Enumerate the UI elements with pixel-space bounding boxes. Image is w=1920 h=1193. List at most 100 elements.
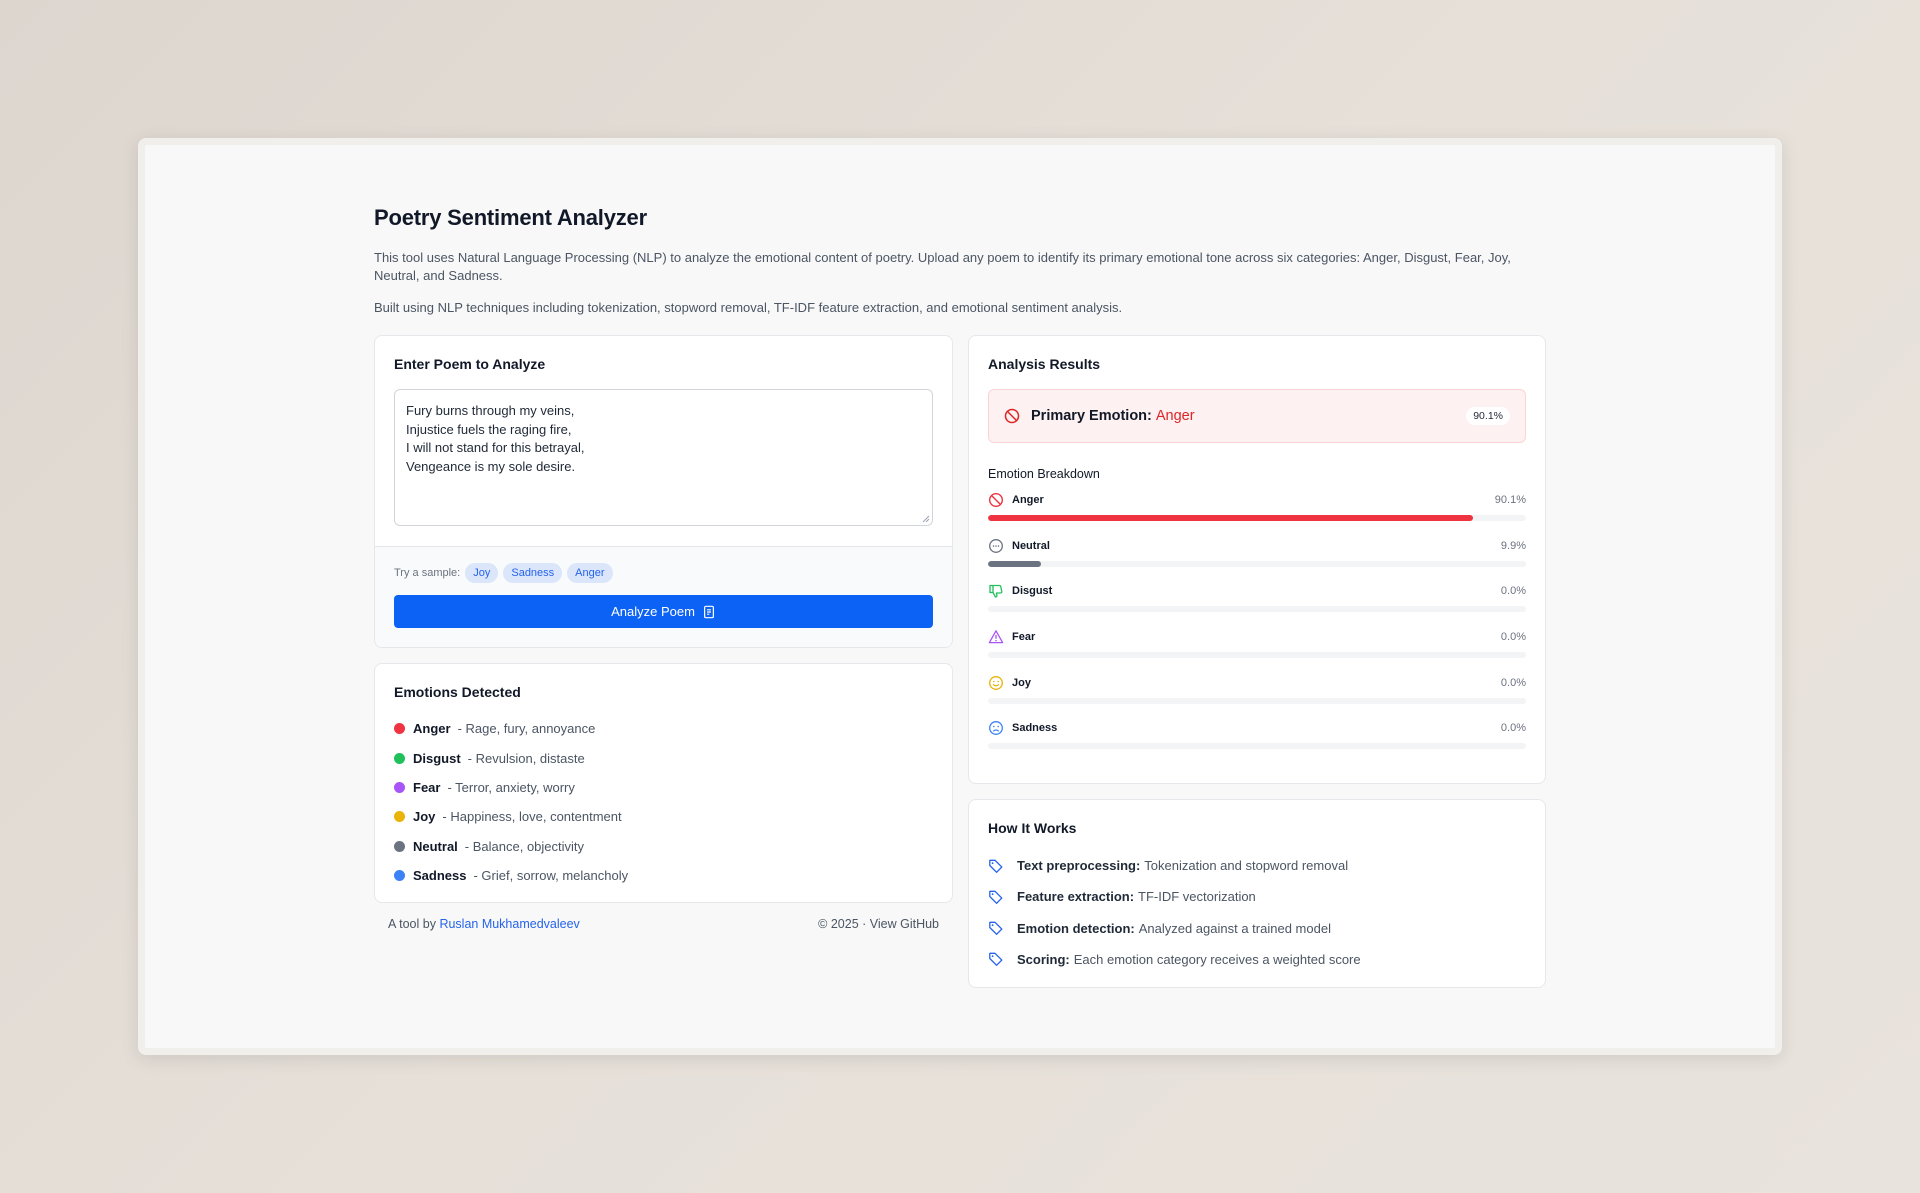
- emotion-color-dot: [394, 811, 405, 823]
- emotions-detected-card: Emotions Detected Anger - Rage, fury, an…: [374, 663, 953, 904]
- breakdown-percentage: 0.0%: [1500, 631, 1526, 644]
- emotion-legend-item: Anger - Rage, fury, annoyance: [394, 714, 933, 743]
- sample-anger-button[interactable]: Anger: [567, 563, 613, 583]
- breakdown-row-joy: Joy 0.0%: [988, 674, 1526, 720]
- primary-emotion-value: Anger: [1155, 408, 1195, 424]
- emotion-name: Joy: [413, 809, 436, 825]
- footer-github[interactable]: © 2025 · View GitHub: [818, 917, 939, 931]
- primary-emotion-banner: Primary Emotion: Anger 90.1%: [988, 389, 1526, 443]
- breakdown-emotion-name: Neutral: [1012, 539, 1050, 552]
- emotion-color-dot: [394, 840, 405, 852]
- breakdown-emotion-name: Joy: [1012, 676, 1031, 689]
- how-step-text: TF-IDF vectorization: [1138, 889, 1256, 905]
- tag-icon: [989, 859, 1003, 873]
- how-it-works-list: Text preprocessing: Tokenization and sto…: [988, 850, 1526, 975]
- how-step-text: Tokenization and stopword removal: [1144, 858, 1349, 874]
- analysis-results-title: Analysis Results: [988, 356, 1101, 372]
- ban-icon: [988, 492, 1004, 508]
- intro-paragraph: This tool uses Natural Language Processi…: [374, 250, 1511, 283]
- main-content: Poetry Sentiment Analyzer This tool uses…: [374, 205, 1546, 988]
- emotion-name: Sadness: [413, 868, 467, 884]
- emotion-description: - Grief, sorrow, melancholy: [473, 868, 629, 884]
- poem-input-card: Enter Poem to Analyze Fury burns through…: [374, 335, 953, 648]
- analyze-button-label: Analyze Poem: [611, 604, 695, 619]
- breakdown-emotion-name: Sadness: [1012, 722, 1058, 735]
- page-title: Poetry Sentiment Analyzer: [374, 205, 647, 230]
- emotion-breakdown: Anger 90.1% Neutral 9.9% Disgust 0.0% Fe…: [988, 491, 1526, 765]
- tag-icon: [989, 952, 1003, 967]
- breakdown-row-anger: Anger 90.1%: [988, 491, 1526, 537]
- how-it-works-card: How It Works Text preprocessing: Tokeniz…: [968, 799, 1546, 988]
- meh-icon: [989, 538, 1003, 553]
- emotion-legend-item: Sadness - Grief, sorrow, melancholy: [394, 861, 933, 890]
- poem-textarea[interactable]: Fury burns through my veins, Injustice f…: [394, 389, 933, 526]
- emotion-description: - Revulsion, distaste: [467, 750, 585, 766]
- smile-icon: [989, 675, 1003, 690]
- emotion-name: Anger: [413, 721, 451, 737]
- poem-line: Vengeance is my sole desire.: [406, 458, 576, 474]
- poem-line: I will not stand for this betrayal,: [406, 440, 585, 455]
- sample-joy-button[interactable]: Joy: [465, 563, 499, 583]
- emotion-name: Disgust: [413, 750, 461, 766]
- breakdown-row-sadness: Sadness 0.0%: [988, 719, 1526, 765]
- breakdown-row-neutral: Neutral 9.9%: [988, 537, 1526, 583]
- poem-line: Injustice fuels the raging fire,: [406, 421, 572, 437]
- breakdown-progress-track: [988, 652, 1526, 659]
- emotion-name: Neutral: [413, 838, 458, 854]
- emotions-detected-title: Emotions Detected: [394, 684, 521, 700]
- breakdown-progress-track: [988, 515, 1526, 521]
- breakdown-row-disgust: Disgust 0.0%: [988, 582, 1526, 628]
- page: Poetry Sentiment Analyzer This tool uses…: [145, 145, 1775, 1048]
- how-it-works-item: Emotion detection: Analyzed against a tr…: [988, 913, 1526, 944]
- sample-sadness-button[interactable]: Sadness: [503, 563, 563, 583]
- how-it-works-title: How It Works: [988, 820, 1077, 837]
- analyze-poem-button[interactable]: Analyze Poem: [394, 595, 933, 628]
- breakdown-percentage: 0.0%: [1500, 676, 1526, 689]
- ban-icon: [1004, 408, 1020, 424]
- breakdown-progress-fill: [988, 560, 1042, 567]
- thumbs-down-icon: [989, 585, 1003, 599]
- emotion-color-dot: [394, 781, 405, 793]
- breakdown-percentage: 0.0%: [1500, 722, 1526, 735]
- breakdown-title: Emotion Breakdown: [988, 467, 1100, 481]
- primary-emotion-text: Primary Emotion: Anger: [1031, 408, 1195, 424]
- footer: A tool by Ruslan Mukhamedvaleev © 2025 ·…: [374, 917, 953, 931]
- breakdown-progress-track: [988, 743, 1526, 750]
- document-icon: [703, 605, 714, 618]
- footer-credit: A tool by Ruslan Mukhamedvaleev: [388, 917, 580, 931]
- breakdown-emotion-name: Disgust: [1012, 585, 1053, 598]
- breakdown-percentage: 9.9%: [1500, 539, 1526, 552]
- emotion-legend: Anger - Rage, fury, annoyance Disgust - …: [394, 714, 933, 890]
- breakdown-percentage: 0.0%: [1500, 585, 1526, 598]
- emotion-color-dot: [394, 752, 405, 764]
- poem-line: Fury burns through my veins,: [406, 403, 575, 418]
- how-it-works-item: Text preprocessing: Tokenization and sto…: [988, 850, 1526, 881]
- tag-icon: [989, 921, 1003, 936]
- sample-picker: Try a sample: Joy Sadness Anger: [394, 563, 933, 583]
- emotion-description: - Happiness, love, contentment: [442, 809, 622, 825]
- poem-input-title: Enter Poem to Analyze: [394, 356, 546, 372]
- emotion-description: - Terror, anxiety, worry: [447, 779, 575, 795]
- author-link[interactable]: Ruslan Mukhamedvaleev: [439, 917, 579, 931]
- emotion-color-dot: [394, 870, 405, 882]
- how-step-label: Emotion detection:: [1017, 920, 1135, 936]
- warning-icon: [988, 630, 1004, 644]
- breakdown-progress-track: [988, 697, 1526, 704]
- emotion-legend-item: Disgust - Revulsion, distaste: [394, 743, 933, 772]
- how-step-text: Analyzed against a trained model: [1138, 920, 1331, 936]
- breakdown-emotion-name: Anger: [1012, 494, 1044, 506]
- primary-emotion-label: Primary Emotion:: [1031, 408, 1152, 424]
- how-step-label: Scoring:: [1017, 951, 1070, 967]
- how-it-works-item: Feature extraction: TF-IDF vectorization: [988, 881, 1526, 912]
- breakdown-row-fear: Fear 0.0%: [988, 628, 1526, 674]
- frown-icon: [989, 721, 1003, 736]
- primary-emotion-badge: 90.1%: [1466, 407, 1510, 425]
- resize-handle-icon[interactable]: [922, 515, 930, 523]
- footer-prefix: A tool by: [388, 917, 436, 932]
- analysis-results-card: Analysis Results Primary Emotion: Anger 9…: [968, 335, 1546, 785]
- how-step-label: Feature extraction:: [1017, 889, 1135, 905]
- tag-icon: [989, 890, 1003, 904]
- breakdown-progress-fill: [988, 515, 1473, 521]
- emotion-description: - Rage, fury, annoyance: [457, 721, 596, 737]
- emotion-legend-item: Neutral - Balance, objectivity: [394, 832, 933, 861]
